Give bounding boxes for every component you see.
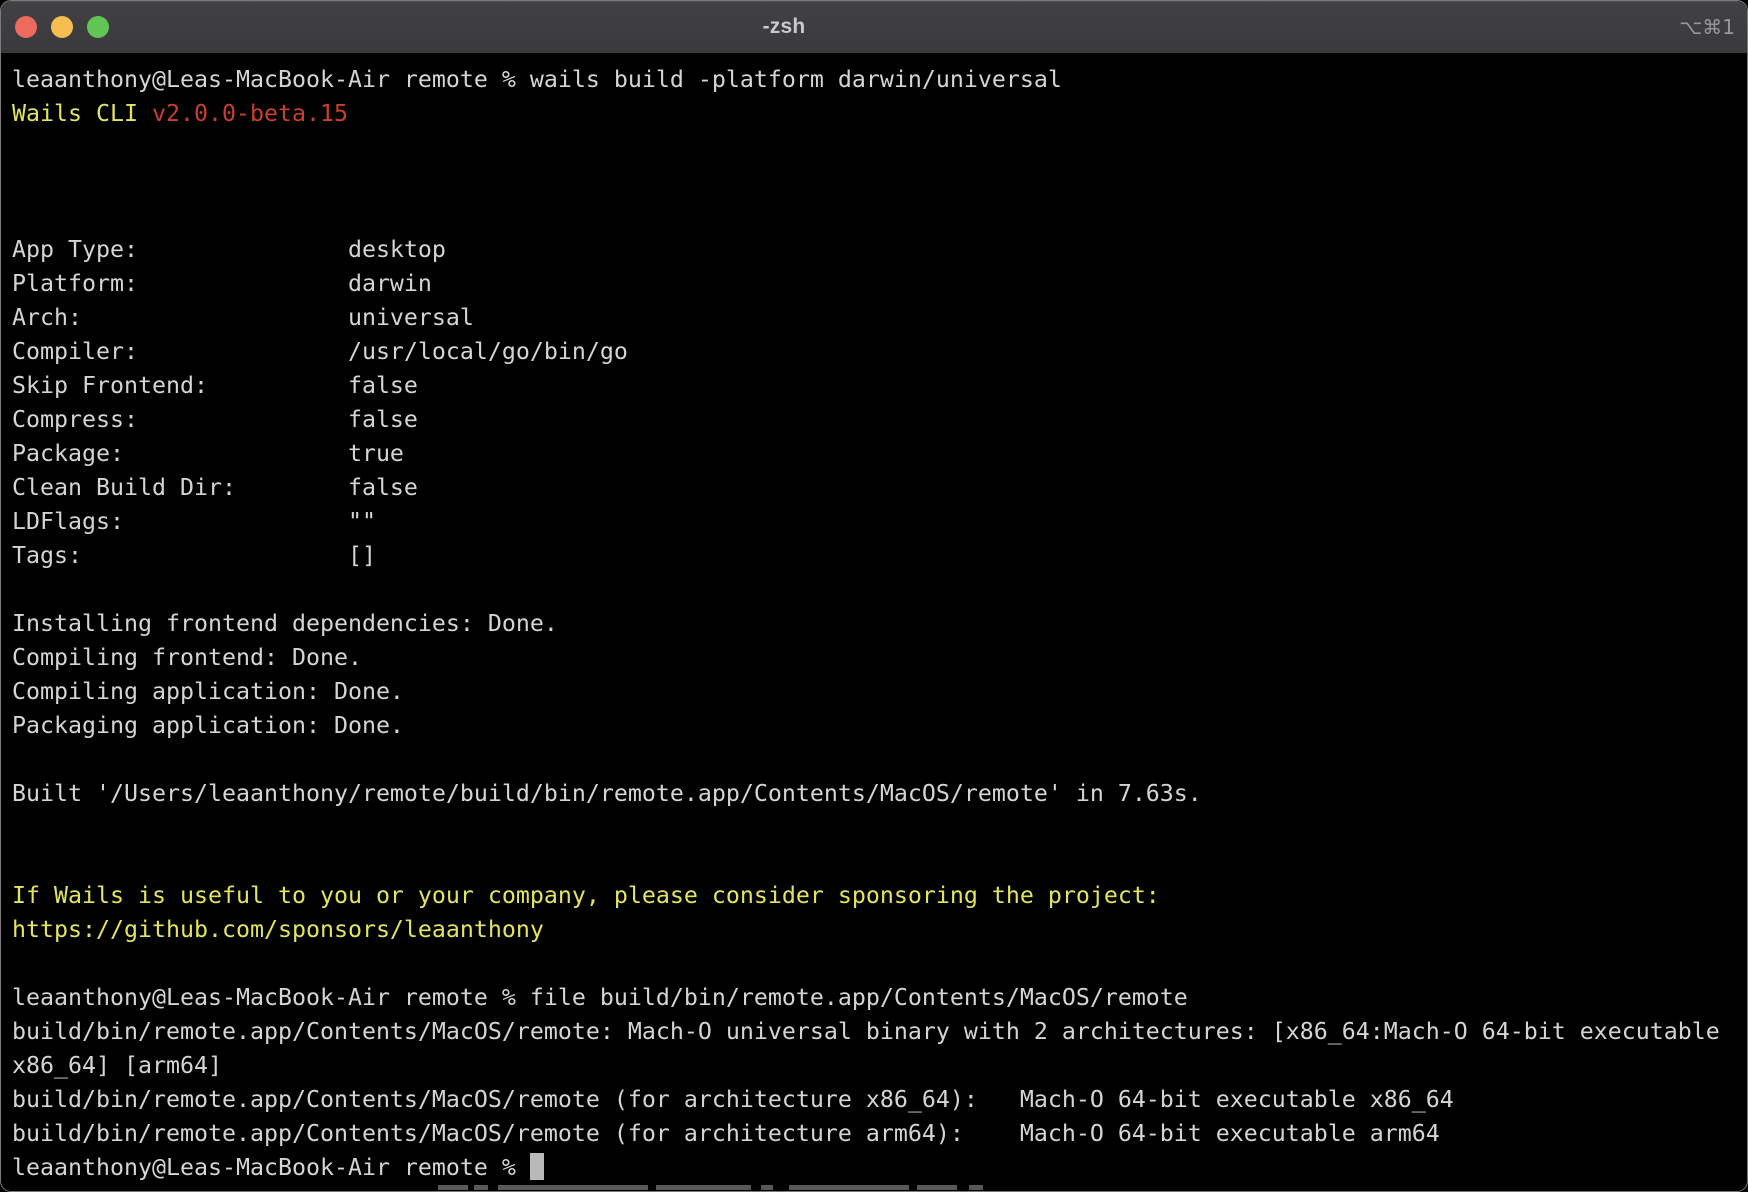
- terminal-cursor: [530, 1153, 544, 1180]
- terminal-text: build/bin/remote.app/Contents/MacOS/remo…: [12, 1120, 1440, 1147]
- terminal-text: Skip Frontend: false: [12, 372, 418, 399]
- terminal-text: Arch: universal: [12, 304, 474, 331]
- terminal-line: [12, 811, 1746, 845]
- clipped-glyph-fragment: [789, 1185, 909, 1190]
- terminal-line: LDFlags: "": [12, 505, 1746, 539]
- terminal-line: Package: true: [12, 437, 1746, 471]
- terminal-line: Compiling application: Done.: [12, 675, 1746, 709]
- terminal-line: Platform: darwin: [12, 267, 1746, 301]
- terminal-line: Built '/Users/leaanthony/remote/build/bi…: [12, 777, 1746, 811]
- terminal-text: Compiling application: Done.: [12, 678, 404, 705]
- terminal-line: Skip Frontend: false: [12, 369, 1746, 403]
- terminal-line: Packaging application: Done.: [12, 709, 1746, 743]
- terminal-text: Compress: false: [12, 406, 418, 433]
- clipped-glyph-fragment: [917, 1185, 957, 1190]
- terminal-line: [12, 573, 1746, 607]
- titlebar[interactable]: -zsh ⌥⌘1: [1, 1, 1747, 54]
- terminal-line: Installing frontend dependencies: Done.: [12, 607, 1746, 641]
- terminal-text: Tags: []: [12, 542, 376, 569]
- wails-cli-label: Wails CLI: [12, 100, 152, 127]
- terminal-text: Platform: darwin: [12, 270, 432, 297]
- terminal-window: -zsh ⌥⌘1 leaanthony@Leas-MacBook-Air rem…: [0, 0, 1748, 1192]
- terminal-text: Packaging application: Done.: [12, 712, 404, 739]
- terminal-text: Package: true: [12, 440, 404, 467]
- terminal-line: leaanthony@Leas-MacBook-Air remote % wai…: [12, 63, 1746, 97]
- terminal-line: [12, 165, 1746, 199]
- terminal-line: Compress: false: [12, 403, 1746, 437]
- window-title: -zsh: [1, 1, 1567, 53]
- sponsor-message: If Wails is useful to you or your compan…: [12, 882, 1160, 909]
- terminal-text: leaanthony@Leas-MacBook-Air remote % wai…: [12, 66, 1062, 93]
- terminal-text: Compiler: /usr/local/go/bin/go: [12, 338, 628, 365]
- terminal-line: leaanthony@Leas-MacBook-Air remote %: [12, 1151, 1746, 1185]
- terminal-line: build/bin/remote.app/Contents/MacOS/remo…: [12, 1083, 1746, 1117]
- wails-version: v2.0.0-beta.15: [152, 100, 348, 127]
- clipped-glyph-fragment: [656, 1185, 751, 1190]
- terminal-line: Compiler: /usr/local/go/bin/go: [12, 335, 1746, 369]
- terminal-output[interactable]: leaanthony@Leas-MacBook-Air remote % wai…: [2, 54, 1746, 1190]
- terminal-line: [12, 947, 1746, 981]
- terminal-text: Installing frontend dependencies: Done.: [12, 610, 558, 637]
- terminal-line: Tags: []: [12, 539, 1746, 573]
- terminal-line: [12, 199, 1746, 233]
- sponsor-link[interactable]: https://github.com/sponsors/leaanthony: [12, 916, 544, 943]
- terminal-text: Built '/Users/leaanthony/remote/build/bi…: [12, 780, 1202, 807]
- terminal-line: [12, 743, 1746, 777]
- terminal-text: build/bin/remote.app/Contents/MacOS/remo…: [12, 1018, 1734, 1045]
- clipped-glyph-fragment: [761, 1185, 773, 1190]
- terminal-line: Clean Build Dir: false: [12, 471, 1746, 505]
- terminal-text: Compiling frontend: Done.: [12, 644, 362, 671]
- clipped-glyph-fragment: [474, 1185, 488, 1190]
- terminal-text: x86_64] [arm64]: [12, 1052, 222, 1079]
- terminal-text: Clean Build Dir: false: [12, 474, 418, 501]
- terminal-text: leaanthony@Leas-MacBook-Air remote % fil…: [12, 984, 1188, 1011]
- clipped-glyph-fragment: [498, 1185, 648, 1190]
- terminal-text: leaanthony@Leas-MacBook-Air remote %: [12, 1154, 530, 1181]
- terminal-line: build/bin/remote.app/Contents/MacOS/remo…: [12, 1117, 1746, 1151]
- terminal-text: LDFlags: "": [12, 508, 376, 535]
- terminal-line: If Wails is useful to you or your compan…: [12, 879, 1746, 913]
- terminal-text: App Type: desktop: [12, 236, 446, 263]
- clipped-line-fragments: [1, 1184, 1747, 1190]
- terminal-line: App Type: desktop: [12, 233, 1746, 267]
- terminal-text: build/bin/remote.app/Contents/MacOS/remo…: [12, 1086, 1454, 1113]
- terminal-line: Wails CLI v2.0.0-beta.15: [12, 97, 1746, 131]
- terminal-line: x86_64] [arm64]: [12, 1049, 1746, 1083]
- terminal-line: Arch: universal: [12, 301, 1746, 335]
- clipped-glyph-fragment: [438, 1185, 468, 1190]
- terminal-line: leaanthony@Leas-MacBook-Air remote % fil…: [12, 981, 1746, 1015]
- terminal-line: build/bin/remote.app/Contents/MacOS/remo…: [12, 1015, 1746, 1049]
- terminal-line: [12, 845, 1746, 879]
- terminal-line: https://github.com/sponsors/leaanthony: [12, 913, 1746, 947]
- clipped-glyph-fragment: [969, 1185, 983, 1190]
- terminal-line: [12, 131, 1746, 165]
- terminal-line: Compiling frontend: Done.: [12, 641, 1746, 675]
- tab-shortcut-badge: ⌥⌘1: [1679, 1, 1735, 53]
